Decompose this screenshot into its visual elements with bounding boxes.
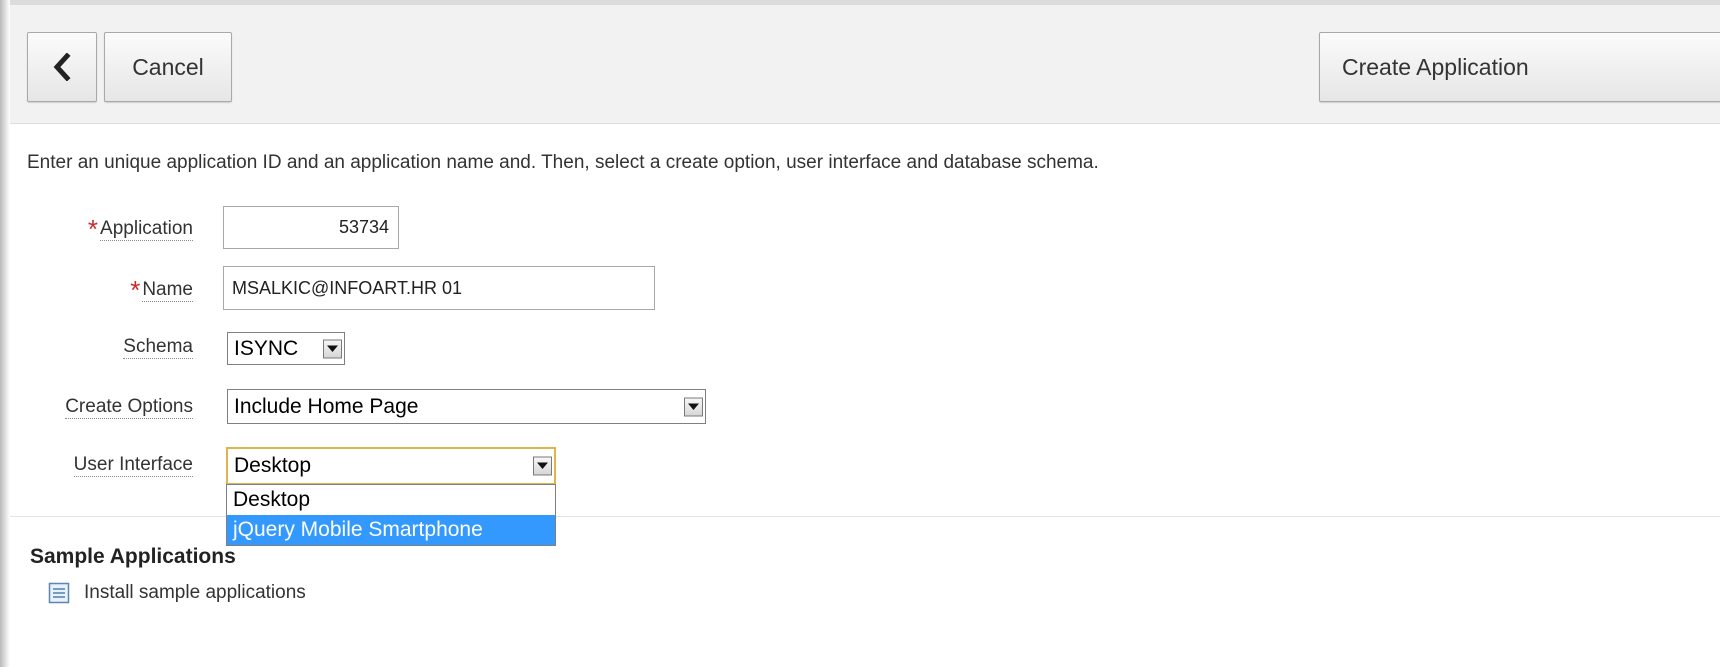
sample-applications-heading: Sample Applications <box>30 545 236 568</box>
user-interface-label: User Interface <box>73 454 193 477</box>
name-label: * Name <box>130 275 193 305</box>
chevron-down-icon[interactable] <box>323 339 342 358</box>
cancel-button[interactable]: Cancel <box>104 32 232 102</box>
application-label: * Application <box>87 214 193 244</box>
left-edge-shadow <box>0 0 10 667</box>
required-asterisk: * <box>130 275 141 305</box>
chevron-down-icon[interactable] <box>684 397 703 416</box>
wizard-toolbar: Cancel Create Application <box>10 0 1720 124</box>
application-id-input[interactable]: 53734 <box>223 206 399 249</box>
create-options-select[interactable]: Include Home Page <box>227 389 706 424</box>
chevron-left-icon <box>52 53 72 81</box>
schema-label: Schema <box>123 336 193 359</box>
create-options-select-value: Include Home Page <box>234 394 419 418</box>
required-asterisk: * <box>87 214 99 244</box>
dropdown-option-jquery-mobile[interactable]: jQuery Mobile Smartphone <box>227 515 555 545</box>
back-button[interactable] <box>27 32 97 102</box>
instructions-text: Enter an unique application ID and an ap… <box>27 152 1099 173</box>
dropdown-option-desktop[interactable]: Desktop <box>227 485 555 515</box>
create-options-label: Create Options <box>65 396 193 419</box>
user-interface-select[interactable]: Desktop <box>226 447 556 485</box>
application-name-input[interactable]: MSALKIC@INFOART.HR 01 <box>223 266 655 310</box>
install-sample-applications-link[interactable]: Install sample applications <box>48 582 306 604</box>
user-interface-select-value: Desktop <box>234 454 312 477</box>
install-sample-applications-label: Install sample applications <box>84 582 306 603</box>
document-list-icon <box>48 582 70 604</box>
create-application-button[interactable]: Create Application <box>1319 32 1720 102</box>
schema-select-value: ISYNC <box>234 336 299 360</box>
user-interface-dropdown-list: Desktop jQuery Mobile Smartphone <box>226 484 556 546</box>
chevron-down-icon[interactable] <box>533 456 552 476</box>
schema-select[interactable]: ISYNC <box>227 332 345 365</box>
app-window: Cancel Create Application Enter an uniqu… <box>0 0 1720 667</box>
